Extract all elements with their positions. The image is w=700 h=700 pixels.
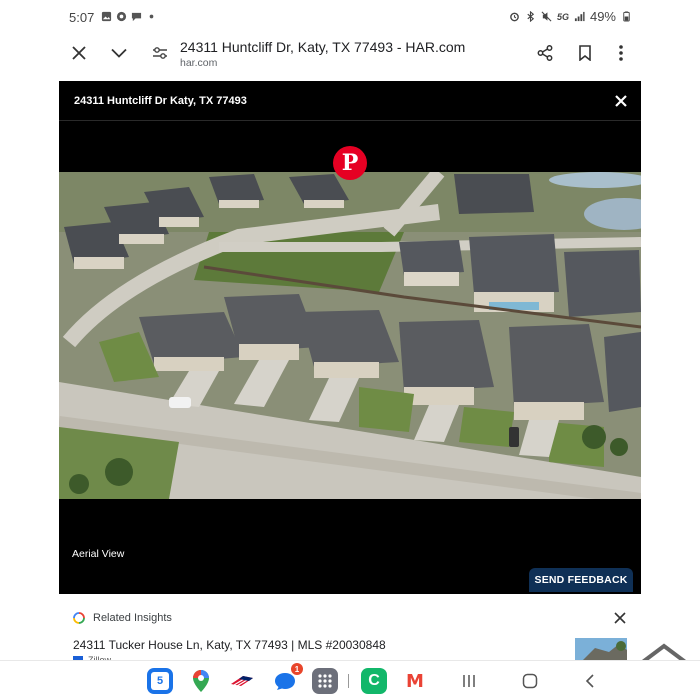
page-title: 24311 Huntcliff Dr, Katy, TX 77493 - HAR… — [180, 39, 466, 55]
back-icon — [585, 674, 594, 688]
share-button[interactable] — [530, 38, 560, 68]
minimize-button[interactable] — [104, 38, 134, 68]
calendar-day: 5 — [151, 672, 169, 690]
messages-app-icon[interactable]: 1 — [272, 663, 303, 694]
page-domain: har.com — [180, 57, 218, 69]
google-insights-icon — [73, 612, 85, 624]
gmail-app-icon[interactable]: M — [402, 668, 428, 694]
messages-badge: 1 — [291, 663, 303, 675]
chevron-down-icon — [111, 48, 127, 58]
grid-icon — [318, 674, 332, 688]
status-bar: 5:07 5G 49% — [0, 0, 700, 34]
pinterest-save-button[interactable]: P — [333, 146, 367, 180]
maps-app-icon[interactable] — [188, 668, 214, 694]
phone-app-letter: C — [368, 672, 380, 689]
dot-icon — [149, 14, 154, 19]
aerial-photo-image — [59, 172, 641, 499]
map-pin-icon — [193, 670, 209, 692]
home-button[interactable] — [520, 671, 540, 691]
insight-thumbnail[interactable] — [575, 638, 627, 660]
send-feedback-button[interactable]: SEND FEEDBACK — [529, 568, 633, 592]
bank-app-icon[interactable] — [229, 668, 255, 694]
modal-header: 24311 Huntcliff Dr Katy, TX 77493 — [59, 81, 641, 121]
photo-caption: Aerial View — [72, 548, 125, 560]
modal-close-icon[interactable] — [613, 93, 629, 109]
phone-app-icon[interactable]: C — [361, 668, 387, 694]
battery-percent: 49% — [589, 9, 616, 24]
bookmark-button[interactable] — [570, 38, 600, 68]
gmail-letter: M — [406, 670, 424, 692]
network-type: 5G — [556, 11, 569, 22]
system-nav-bar: 5 1 C M — [0, 660, 700, 700]
flag-stripes-icon — [231, 676, 253, 687]
related-insights-panel: Related Insights 24311 Tucker House Ln, … — [59, 600, 641, 665]
alarm-icon — [510, 12, 519, 22]
more-vert-icon — [619, 45, 623, 61]
photo-icon — [101, 11, 112, 22]
close-tab-button[interactable] — [64, 38, 94, 68]
share-icon — [537, 45, 553, 61]
signal-icon — [574, 11, 585, 22]
back-button[interactable] — [580, 671, 600, 691]
modal-title: 24311 Huntcliff Dr Katy, TX 77493 — [74, 95, 247, 107]
message-icon — [131, 12, 142, 22]
insights-label: Related Insights — [93, 612, 172, 624]
close-icon — [72, 46, 86, 60]
bluetooth-icon — [527, 11, 535, 22]
pinterest-icon: P — [341, 150, 359, 176]
mute-icon — [541, 11, 552, 22]
status-time: 5:07 — [69, 10, 95, 25]
recents-button[interactable] — [459, 671, 479, 691]
insight-result-title[interactable]: 24311 Tucker House Ln, Katy, TX 77493 | … — [73, 638, 386, 652]
app-drawer-button[interactable] — [312, 668, 338, 694]
site-settings-button[interactable] — [145, 38, 175, 68]
settings-icon — [116, 11, 127, 22]
browser-toolbar: 24311 Huntcliff Dr, Katy, TX 77493 - HAR… — [0, 34, 700, 78]
insight-thumbnail-image — [575, 638, 627, 660]
bookmark-icon — [579, 45, 591, 61]
more-options-button[interactable] — [606, 38, 636, 68]
insights-close-icon[interactable] — [613, 611, 627, 625]
photo-modal: 24311 Huntcliff Dr Katy, TX 77493 P Aeri… — [59, 81, 641, 594]
aerial-photo[interactable] — [59, 172, 641, 499]
recents-icon — [463, 675, 475, 687]
home-nav-icon — [522, 673, 538, 689]
battery-icon — [623, 11, 630, 22]
dock-divider — [348, 674, 349, 688]
calendar-app-icon[interactable]: 5 — [147, 668, 173, 694]
tune-icon — [153, 47, 167, 59]
